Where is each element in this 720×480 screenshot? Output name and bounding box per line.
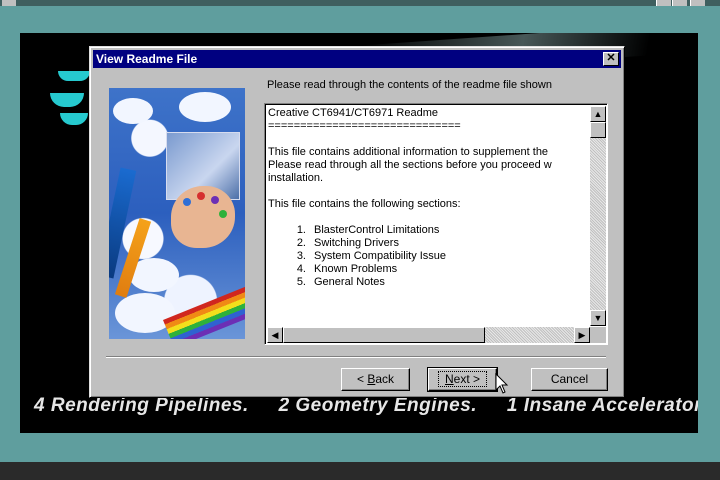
next-button[interactable]: Next > [427, 367, 498, 392]
rainbow-shape [163, 275, 245, 339]
section-list-item: 3. System Compatibility Issue [296, 250, 447, 262]
readme-line: This file contains the following section… [268, 198, 461, 210]
readme-heading: Creative CT6941/CT6971 Readme [268, 107, 438, 119]
minimize-icon[interactable] [656, 0, 671, 6]
section-list-item: 1. BlasterControl Limitations [296, 224, 440, 236]
system-menu-icon[interactable] [2, 0, 16, 6]
close-icon: ✕ [606, 52, 616, 64]
readme-rule: ============================== [268, 120, 461, 132]
maximize-icon[interactable] [672, 0, 687, 6]
scroll-left-button[interactable]: ◀ [267, 327, 283, 343]
back-button[interactable]: < Back [341, 368, 410, 391]
paint-dab [197, 192, 205, 200]
arrow-down-icon: ▼ [593, 313, 603, 323]
horizontal-scrollbar[interactable]: ◀ ▶ [267, 327, 590, 343]
intro-text: Please read through the contents of the … [267, 79, 552, 91]
scroll-down-button[interactable]: ▼ [590, 310, 606, 326]
scrollbar-corner [590, 327, 606, 343]
horizontal-scroll-thumb[interactable] [283, 327, 485, 343]
scroll-up-button[interactable]: ▲ [590, 106, 606, 122]
logo-fragment [58, 71, 90, 81]
vertical-scroll-thumb[interactable] [590, 122, 606, 138]
paint-dab [211, 196, 219, 204]
arrow-up-icon: ▲ [593, 109, 603, 119]
arrow-left-icon: ◀ [271, 330, 279, 340]
scroll-right-button[interactable]: ▶ [574, 327, 590, 343]
title-bar[interactable]: View Readme File ✕ [93, 50, 621, 68]
section-list-item: 5. General Notes [296, 276, 385, 288]
section-list-item: 2. Switching Drivers [296, 237, 399, 249]
readme-dialog: View Readme File ✕ Please read through t… [89, 46, 625, 398]
readme-line: This file contains additional informatio… [268, 146, 549, 158]
close-icon[interactable] [690, 0, 705, 6]
section-list-item: 4. Known Problems [296, 263, 398, 275]
readme-line: installation. [268, 172, 324, 184]
cloud-shape [179, 92, 231, 122]
paint-dab [183, 198, 191, 206]
tagline-part: 4 Rendering Pipelines. [34, 395, 249, 416]
readme-textbox[interactable]: Creative CT6941/CT6971 Readme ==========… [264, 103, 608, 345]
dialog-title: View Readme File [96, 52, 198, 66]
tagline: 4 Rendering Pipelines. 2 Geometry Engine… [34, 395, 698, 417]
vertical-scrollbar[interactable]: ▲ ▼ [590, 106, 606, 326]
arrow-right-icon: ▶ [578, 330, 586, 340]
readme-content: Creative CT6941/CT6971 Readme ==========… [268, 107, 586, 327]
cloud-shape [113, 98, 153, 124]
desktop-bottom-bar [0, 462, 720, 480]
cancel-button[interactable]: Cancel [531, 368, 608, 391]
mouse-cursor-icon [495, 373, 509, 394]
setup-artwork [109, 88, 245, 339]
logo-fragment [50, 93, 84, 107]
tagline-part: 1 Insane Accelerator. [506, 395, 698, 416]
taskbar-top-strip [0, 0, 720, 6]
logo-fragment [60, 113, 88, 125]
paint-dab [219, 210, 227, 218]
button-separator [106, 356, 606, 358]
readme-line: Please read through all the sections bef… [268, 159, 552, 171]
close-button[interactable]: ✕ [603, 52, 619, 66]
tagline-part: 2 Geometry Engines. [278, 395, 478, 416]
